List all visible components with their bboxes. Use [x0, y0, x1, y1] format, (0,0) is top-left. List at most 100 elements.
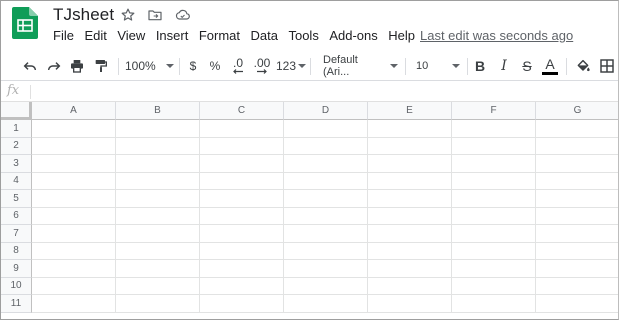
cell-e8[interactable] — [368, 242, 452, 260]
row-header-3[interactable]: 3 — [1, 155, 32, 173]
document-title[interactable]: TJsheet — [53, 5, 114, 25]
cell-b11[interactable] — [116, 295, 200, 313]
cell-g11[interactable] — [536, 295, 618, 313]
move-folder-icon[interactable] — [146, 6, 164, 24]
zoom-select[interactable]: 100% — [125, 57, 174, 75]
cell-f10[interactable] — [452, 277, 536, 295]
column-header-e[interactable]: E — [368, 102, 452, 120]
cell-d5[interactable] — [284, 190, 368, 208]
cell-e10[interactable] — [368, 277, 452, 295]
cell-b4[interactable] — [116, 172, 200, 190]
cell-b1[interactable] — [116, 120, 200, 138]
row-header-9[interactable]: 9 — [1, 260, 32, 278]
cell-d8[interactable] — [284, 242, 368, 260]
cell-e1[interactable] — [368, 120, 452, 138]
cell-f5[interactable] — [452, 190, 536, 208]
cell-c3[interactable] — [200, 155, 284, 173]
fill-color-icon[interactable] — [574, 57, 592, 75]
text-color-button[interactable]: A — [541, 57, 559, 75]
column-header-c[interactable]: C — [200, 102, 284, 120]
cell-e5[interactable] — [368, 190, 452, 208]
column-header-g[interactable]: G — [536, 102, 618, 120]
row-header-8[interactable]: 8 — [1, 242, 32, 260]
select-all-corner[interactable] — [1, 102, 32, 120]
cell-g6[interactable] — [536, 208, 618, 225]
cell-e4[interactable] — [368, 172, 452, 190]
cell-a7[interactable] — [32, 225, 116, 243]
cell-c9[interactable] — [200, 260, 284, 278]
cell-f9[interactable] — [452, 260, 536, 278]
cell-b6[interactable] — [116, 207, 200, 225]
cell-c8[interactable] — [200, 242, 284, 260]
redo-icon[interactable] — [45, 57, 63, 75]
row-header-5[interactable]: 5 — [1, 190, 32, 208]
cell-d4[interactable] — [284, 172, 368, 190]
menu-format[interactable]: Format — [199, 28, 240, 43]
bold-button[interactable]: B — [472, 57, 488, 75]
cell-g8[interactable] — [536, 243, 618, 260]
cell-c6[interactable] — [200, 207, 284, 225]
cell-c7[interactable] — [200, 225, 284, 243]
cell-c4[interactable] — [200, 172, 284, 190]
menu-view[interactable]: View — [117, 28, 145, 43]
cell-d7[interactable] — [284, 225, 368, 243]
cell-f11[interactable] — [452, 295, 536, 313]
row-header-2[interactable]: 2 — [1, 137, 32, 155]
cell-d9[interactable] — [284, 260, 368, 278]
currency-format-button[interactable]: $ — [186, 57, 200, 75]
cell-b10[interactable] — [116, 277, 200, 295]
percent-format-button[interactable]: % — [208, 57, 222, 75]
column-header-b[interactable]: B — [116, 102, 200, 120]
cell-a8[interactable] — [32, 242, 116, 260]
cell-e2[interactable] — [368, 137, 452, 155]
cell-b8[interactable] — [116, 242, 200, 260]
cell-b5[interactable] — [116, 190, 200, 208]
cell-f3[interactable] — [452, 155, 536, 173]
cell-d3[interactable] — [284, 155, 368, 173]
cell-g2[interactable] — [536, 138, 618, 155]
cell-f7[interactable] — [452, 225, 536, 243]
last-edit-link[interactable]: Last edit was seconds ago — [420, 28, 573, 43]
cloud-status-icon[interactable] — [173, 6, 191, 24]
cell-a10[interactable] — [32, 277, 116, 295]
cell-g1[interactable] — [536, 120, 618, 138]
cell-c11[interactable] — [200, 295, 284, 313]
font-size-select[interactable]: 10 — [416, 57, 462, 75]
menu-file[interactable]: File — [53, 28, 74, 43]
star-icon[interactable] — [119, 6, 137, 24]
cell-e11[interactable] — [368, 295, 452, 313]
cell-a9[interactable] — [32, 260, 116, 278]
column-header-f[interactable]: F — [452, 102, 536, 120]
cell-g7[interactable] — [536, 225, 618, 243]
column-header-a[interactable]: A — [32, 102, 116, 120]
formula-bar[interactable]: fx — [1, 82, 618, 102]
paint-format-icon[interactable] — [92, 57, 110, 75]
menu-insert[interactable]: Insert — [156, 28, 189, 43]
cell-f2[interactable] — [452, 137, 536, 155]
column-header-d[interactable]: D — [284, 102, 368, 120]
row-header-10[interactable]: 10 — [1, 277, 32, 295]
cell-e7[interactable] — [368, 225, 452, 243]
cell-e3[interactable] — [368, 155, 452, 173]
cell-a4[interactable] — [32, 172, 116, 190]
cell-g4[interactable] — [536, 173, 618, 190]
cell-g3[interactable] — [536, 155, 618, 173]
undo-icon[interactable] — [21, 57, 39, 75]
italic-button[interactable]: I — [496, 57, 512, 75]
cell-b3[interactable] — [116, 155, 200, 173]
cell-a6[interactable] — [32, 207, 116, 225]
cell-c1[interactable] — [200, 120, 284, 138]
cell-b7[interactable] — [116, 225, 200, 243]
row-header-7[interactable]: 7 — [1, 225, 32, 243]
cell-d11[interactable] — [284, 295, 368, 313]
menu-help[interactable]: Help — [388, 28, 415, 43]
cell-g5[interactable] — [536, 190, 618, 208]
cell-c2[interactable] — [200, 137, 284, 155]
borders-icon[interactable] — [598, 57, 616, 75]
cell-c5[interactable] — [200, 190, 284, 208]
cell-a5[interactable] — [32, 190, 116, 208]
cell-c10[interactable] — [200, 277, 284, 295]
cell-d6[interactable] — [284, 207, 368, 225]
cell-a11[interactable] — [32, 295, 116, 313]
cell-f1[interactable] — [452, 120, 536, 138]
